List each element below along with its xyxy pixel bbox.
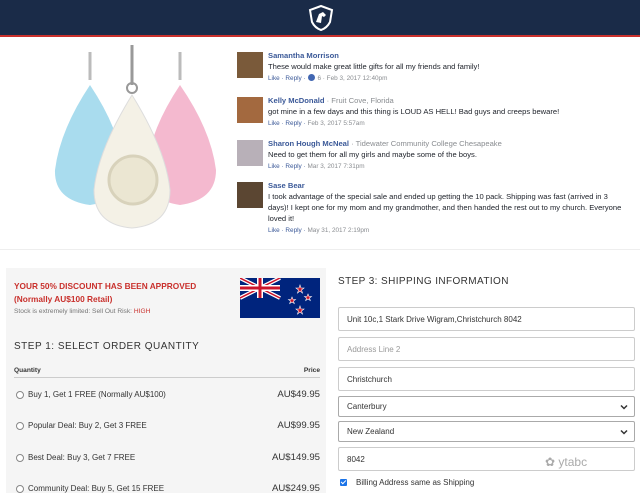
comment-actions[interactable]: Like · Reply · — [268, 75, 306, 82]
stock-notice: Stock is extremely limited: Sell Out Ris… — [14, 308, 150, 315]
option-price: AU$49.95 — [277, 389, 320, 400]
address-line-1-value: Unit 10c,1 Stark Drive Wigram,Christchur… — [347, 315, 522, 324]
option-label: Buy 1, Get 1 FREE (Normally AU$100) — [28, 390, 166, 399]
stock-text: Stock is extremely limited: Sell Out Ris… — [14, 308, 132, 315]
top-header — [0, 0, 640, 37]
address-line-2-input[interactable] — [347, 345, 626, 354]
like-icon — [308, 74, 316, 81]
option-price: AU$249.95 — [271, 483, 320, 493]
address-line-2-field[interactable] — [338, 337, 635, 361]
option-label: Best Deal: Buy 3, Get 7 FREE — [28, 453, 136, 462]
new-zealand-flag-icon — [240, 278, 320, 318]
like-count: 6 — [317, 75, 321, 82]
quantity-column-header: Quantity — [14, 367, 41, 374]
comment-date: · Feb 3, 2017 12:40pm — [322, 75, 388, 82]
comment-date: Mar 3, 2017 7:31pm — [307, 163, 365, 170]
comment-text: got mine in a few days and this thing is… — [268, 107, 560, 116]
commenter-name[interactable]: Samantha Morrison — [268, 51, 339, 60]
comment-date: Feb 3, 2017 5:57am — [307, 120, 365, 127]
region-select[interactable]: Canterbury — [338, 396, 635, 417]
commenter-affiliation: · Fruit Cove, Florida — [326, 96, 394, 105]
checkbox-checked-icon[interactable] — [340, 479, 347, 486]
chevron-down-icon — [620, 404, 628, 410]
commenter-name[interactable]: Sharon Hough McNeal — [268, 139, 349, 148]
option-label: Community Deal: Buy 5, Get 15 FREE — [28, 484, 165, 493]
quantity-option[interactable]: Buy 1, Get 1 FREE (Normally AU$100) AU$4… — [14, 388, 320, 404]
comment-actions[interactable]: Like · Reply · — [268, 163, 306, 170]
radio-button[interactable] — [16, 454, 24, 462]
address-line-1-field[interactable]: Unit 10c,1 Stark Drive Wigram,Christchur… — [338, 307, 635, 331]
section-divider — [0, 249, 640, 250]
step1-heading: STEP 1: SELECT ORDER QUANTITY — [14, 341, 200, 352]
quantity-option[interactable]: Community Deal: Buy 5, Get 15 FREE AU$24… — [14, 482, 320, 493]
radio-button[interactable] — [16, 422, 24, 430]
offer-panel: YOUR 50% DISCOUNT HAS BEEN APPROVED (Nor… — [6, 268, 326, 493]
risk-level: HIGH — [133, 308, 151, 315]
city-value: Christchurch — [347, 375, 392, 384]
watermark-text: ytabc — [558, 455, 588, 469]
radio-button[interactable] — [16, 391, 24, 399]
country-select[interactable]: New Zealand — [338, 421, 635, 442]
option-label: Popular Deal: Buy 2, Get 3 FREE — [28, 421, 147, 430]
option-price: AU$149.95 — [271, 452, 320, 463]
commenter-affiliation: · Tidewater Community College Chesapeake — [351, 139, 502, 148]
comment-date: May 31, 2017 2:19pm — [307, 227, 370, 234]
comment-text: These would make great little gifts for … — [268, 62, 480, 71]
radio-button[interactable] — [16, 485, 24, 493]
chevron-down-icon — [620, 429, 628, 435]
discount-title: YOUR 50% DISCOUNT HAS BEEN APPROVED (Nor… — [14, 281, 197, 304]
comment-actions[interactable]: Like · Reply · — [268, 120, 306, 127]
table-header-rule — [14, 377, 320, 378]
price-column-header: Price — [303, 367, 320, 374]
postcode-field[interactable]: 8042 — [338, 447, 635, 471]
comment-text: I took advantage of the special sale and… — [268, 192, 622, 223]
billing-label: Billing Address same as Shipping — [356, 478, 475, 487]
avatar — [237, 97, 263, 123]
region-value: Canterbury — [347, 402, 387, 411]
comment-text: Need to get them for all my girls and ma… — [268, 150, 477, 159]
product-image — [54, 45, 216, 229]
commenter-name[interactable]: Kelly McDonald — [268, 96, 325, 105]
option-price: AU$99.95 — [277, 420, 320, 431]
comment-actions[interactable]: Like · Reply · — [268, 227, 306, 234]
city-field[interactable]: Christchurch — [338, 367, 635, 391]
postcode-value: 8042 — [347, 455, 365, 464]
quantity-option[interactable]: Popular Deal: Buy 2, Get 3 FREE AU$99.95 — [14, 419, 320, 435]
commenter-name[interactable]: Sase Bear — [268, 181, 305, 190]
quantity-option[interactable]: Best Deal: Buy 3, Get 7 FREE AU$149.95 — [14, 451, 320, 467]
watermark: ✿ ytabc — [545, 455, 588, 469]
avatar — [237, 140, 263, 166]
avatar — [237, 182, 263, 208]
shield-logo-icon — [308, 4, 334, 32]
avatar — [237, 52, 263, 78]
country-value: New Zealand — [347, 427, 395, 436]
step3-heading: STEP 3: SHIPPING INFORMATION — [338, 276, 509, 287]
